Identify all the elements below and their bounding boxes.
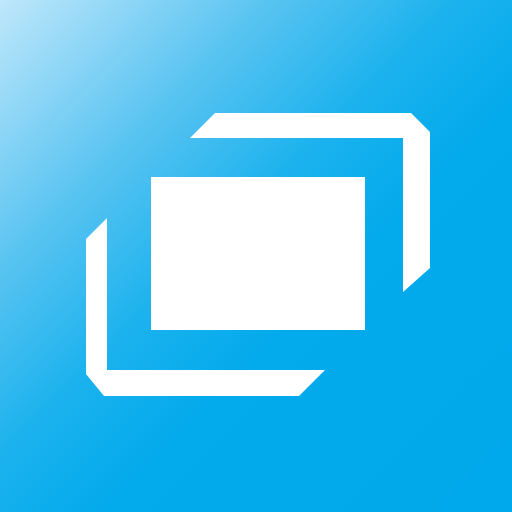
center-window [151, 177, 365, 330]
app-icon [0, 0, 512, 512]
switch-windows-icon [86, 113, 430, 396]
